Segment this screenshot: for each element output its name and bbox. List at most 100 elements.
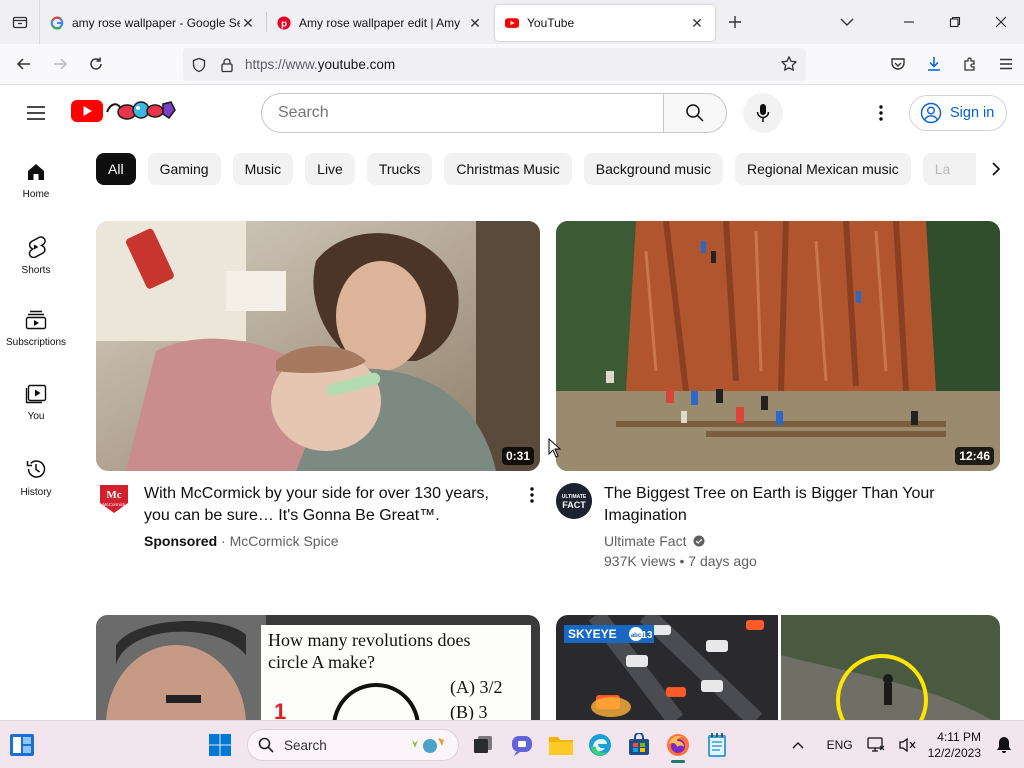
channel-name[interactable]: McCormick Spice xyxy=(230,533,339,549)
thumb-channel-badge: SKYEYE xyxy=(568,627,617,641)
input-language[interactable]: ENG xyxy=(827,738,853,752)
thumb-options: (A) 3/2 (B) 3 xyxy=(450,675,503,720)
taskbar-store[interactable] xyxy=(621,727,657,763)
show-hidden-icons-button[interactable] xyxy=(792,741,804,749)
video-card-math-puzzle[interactable]: 1 How many revolutions does circle A mak… xyxy=(96,615,540,720)
list-all-tabs-button[interactable] xyxy=(824,0,870,44)
plus-icon xyxy=(729,16,741,28)
chips-next-button[interactable] xyxy=(976,153,1016,185)
search-button[interactable] xyxy=(663,93,727,133)
video-card-biggest-tree[interactable]: 12:46 ULTIMATE FACT The Biggest Tree on E… xyxy=(556,221,1000,571)
tracking-protection-shield-icon[interactable] xyxy=(191,57,207,73)
system-tray: ENG 4:11 PM 12/2/2023 xyxy=(785,721,1024,768)
video-title[interactable]: The Biggest Tree on Earth is Bigger Than… xyxy=(604,483,1000,527)
tab-google-search[interactable]: amy rose wallpaper - Google Se ✕ xyxy=(40,5,266,41)
restore-icon xyxy=(949,16,961,28)
forward-button[interactable] xyxy=(42,46,78,82)
sidebar-item-subscriptions[interactable]: Subscriptions xyxy=(0,298,72,372)
hamburger-menu-icon xyxy=(27,106,45,120)
video-thumbnail[interactable]: 12:46 xyxy=(556,221,1000,471)
extensions-button[interactable] xyxy=(952,46,988,82)
video-meta: ULTIMATE FACT The Biggest Tree on Earth i… xyxy=(556,483,1000,571)
taskbar-notepad[interactable] xyxy=(699,727,735,763)
sidebar-item-label: You xyxy=(27,411,45,422)
chip-trucks[interactable]: Trucks xyxy=(366,153,433,185)
sidebar-item-you[interactable]: You xyxy=(0,372,72,446)
chip-regional-mexican-music[interactable]: Regional Mexican music xyxy=(734,153,911,185)
tab-close-button[interactable]: ✕ xyxy=(689,15,705,31)
close-icon xyxy=(995,16,1007,28)
tab-list-button[interactable] xyxy=(0,0,40,44)
video-thumbnail[interactable]: SKYEYE abc 13 xyxy=(556,615,1000,720)
video-duration: 0:31 xyxy=(501,447,534,465)
new-tab-button[interactable] xyxy=(715,0,755,44)
chip-background-music[interactable]: Background music xyxy=(583,153,723,185)
edge-browser-icon xyxy=(589,734,611,756)
chip-gaming[interactable]: Gaming xyxy=(147,153,221,185)
abc13-logo-icon: abc 13 xyxy=(629,627,652,641)
video-thumbnail[interactable]: 1 How many revolutions does circle A mak… xyxy=(96,615,540,720)
notifications-button[interactable] xyxy=(996,736,1012,754)
channel-avatar[interactable]: Mc McCormick xyxy=(98,483,130,515)
sponsored-label: Sponsored xyxy=(144,533,218,549)
video-thumbnail[interactable]: 0:31 xyxy=(96,221,540,471)
network-status[interactable] xyxy=(866,737,885,753)
search-highlight-icon xyxy=(412,738,444,753)
start-button[interactable] xyxy=(202,727,238,763)
close-window-button[interactable] xyxy=(978,0,1024,44)
tab-title: Amy rose wallpaper edit | Amy xyxy=(299,16,461,30)
pocket-button[interactable] xyxy=(880,46,916,82)
taskbar-search[interactable]: Search xyxy=(247,729,459,761)
youtube-logo-doodle[interactable] xyxy=(71,98,177,124)
speaker-muted-icon xyxy=(898,737,916,753)
video-card-mccormick[interactable]: 0:31 Mc McCormick With McCormick by your … xyxy=(96,221,540,551)
voice-search-button[interactable] xyxy=(743,93,783,133)
tab-youtube[interactable]: YouTube ✕ xyxy=(495,5,715,41)
tab-close-button[interactable]: ✕ xyxy=(467,15,483,31)
sign-in-button[interactable]: Sign in xyxy=(909,95,1007,131)
video-card-skyeye-news[interactable]: SKYEYE abc 13 xyxy=(556,615,1000,720)
settings-menu-button[interactable] xyxy=(866,97,896,129)
bookmark-star-icon[interactable] xyxy=(780,55,798,73)
search-input[interactable] xyxy=(278,104,663,122)
search-field[interactable] xyxy=(261,93,664,133)
channel-name[interactable]: Ultimate Fact xyxy=(604,533,686,549)
restore-button[interactable] xyxy=(932,0,978,44)
chat-icon xyxy=(512,736,532,756)
clock-time: 4:11 PM xyxy=(937,730,981,744)
windows-logo-icon xyxy=(209,734,231,756)
task-view-button[interactable] xyxy=(465,727,501,763)
tab-pinterest[interactable]: p Amy rose wallpaper edit | Amy ✕ xyxy=(267,5,493,41)
guide-menu-button[interactable] xyxy=(20,97,52,129)
svg-text:p: p xyxy=(281,19,287,30)
lock-icon[interactable] xyxy=(219,57,235,73)
sidebar-item-history[interactable]: History xyxy=(0,446,72,520)
back-button[interactable] xyxy=(6,46,42,82)
chip-live[interactable]: Live xyxy=(305,153,355,185)
chip-all[interactable]: All xyxy=(96,153,136,185)
chip-music[interactable]: Music xyxy=(232,153,294,185)
taskbar-file-explorer[interactable] xyxy=(543,727,579,763)
sidebar-item-home[interactable]: Home xyxy=(0,150,72,224)
app-menu-button[interactable] xyxy=(988,46,1024,82)
downloads-button[interactable] xyxy=(916,46,952,82)
video-actions-menu-button[interactable] xyxy=(524,483,540,507)
chip-christmas-music[interactable]: Christmas Music xyxy=(444,153,572,185)
taskbar-chat-app[interactable] xyxy=(504,727,540,763)
toolbar-right xyxy=(880,46,1024,82)
volume-status[interactable] xyxy=(898,737,917,753)
widgets-button[interactable] xyxy=(10,734,34,761)
video-title[interactable]: With McCormick by your side for over 130… xyxy=(144,483,540,527)
taskbar-edge[interactable] xyxy=(582,727,618,763)
sidebar-item-shorts[interactable]: Shorts xyxy=(0,224,72,298)
reload-button[interactable] xyxy=(78,46,114,82)
channel-avatar[interactable]: ULTIMATE FACT xyxy=(556,483,592,519)
taskbar-firefox[interactable] xyxy=(660,727,696,763)
vertical-dots-icon xyxy=(530,487,534,503)
minimize-button[interactable] xyxy=(886,0,932,44)
shorts-icon xyxy=(28,236,46,258)
svg-text:abc: abc xyxy=(631,633,642,639)
address-bar[interactable]: https://www.youtube.com xyxy=(183,48,806,81)
tab-close-button[interactable]: ✕ xyxy=(240,15,256,31)
taskbar-clock[interactable]: 4:11 PM 12/2/2023 xyxy=(928,729,981,761)
